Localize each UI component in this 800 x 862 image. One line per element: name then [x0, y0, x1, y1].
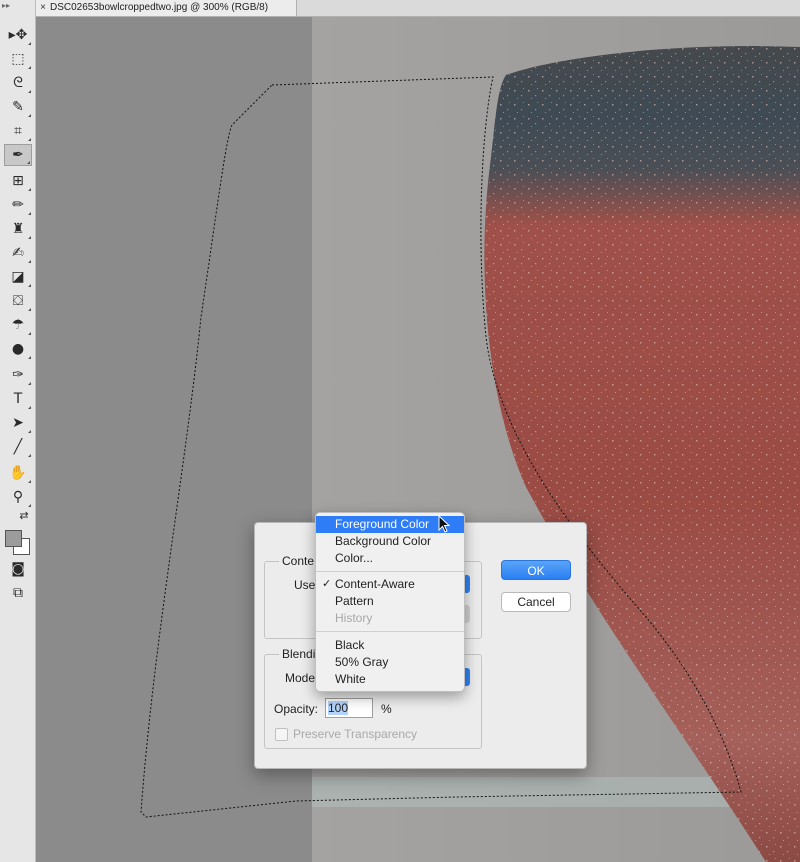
menu-item-history: History [316, 610, 464, 627]
tool-flyout-indicator [28, 212, 31, 215]
swap-colors-icon[interactable]: ⇄ [16, 508, 32, 522]
tool-flyout-indicator [28, 114, 31, 117]
ok-button[interactable]: OK [501, 560, 571, 580]
quick-selection-tool-icon[interactable]: ✎ [4, 96, 32, 118]
menu-item-label: Foreground Color [335, 517, 430, 531]
clone-stamp-tool-icon[interactable]: ♜ [4, 218, 32, 240]
tool-flyout-indicator [28, 454, 31, 457]
document-tab-bar: × DSC02653bowlcroppedtwo.jpg @ 300% (RGB/… [36, 0, 800, 17]
mouse-cursor-icon [438, 515, 451, 533]
color-swatches[interactable] [3, 530, 31, 555]
quick-mask-icon[interactable]: ◙ [4, 558, 32, 580]
menu-item-50-gray[interactable]: 50% Gray [316, 654, 464, 671]
screen-mode-icon[interactable]: ⧉ [4, 582, 32, 604]
opacity-value: 100 [328, 701, 349, 715]
menu-item-label: Pattern [335, 594, 374, 608]
dodge-tool-icon[interactable]: ● [4, 338, 32, 360]
lasso-tool-icon[interactable]: ᘓ [4, 72, 32, 94]
line-tool-icon[interactable]: ╱ [4, 436, 32, 458]
close-tab-icon[interactable]: × [36, 0, 50, 16]
move-tool-icon[interactable]: ▸✥ [4, 24, 32, 46]
tool-flyout-indicator [27, 161, 30, 164]
tool-flyout-indicator [28, 90, 31, 93]
tool-flyout-indicator [28, 480, 31, 483]
checkmark-icon: ✓ [322, 578, 332, 590]
tool-flyout-indicator [28, 42, 31, 45]
healing-brush-tool-icon[interactable]: ⊞ [4, 170, 32, 192]
menu-separator [316, 631, 464, 632]
preserve-transparency-row: Preserve Transparency [275, 727, 417, 741]
tool-flyout-indicator [28, 260, 31, 263]
zoom-tool-icon[interactable]: ⚲ [4, 486, 32, 508]
opacity-input[interactable]: 100 [325, 698, 373, 718]
tool-flyout-indicator [28, 138, 31, 141]
menu-item-label: History [335, 611, 373, 625]
history-brush-tool-icon[interactable]: ✍ [4, 242, 32, 264]
tool-flyout-indicator [28, 356, 31, 359]
menu-item-label: Background Color [335, 534, 432, 548]
menu-item-black[interactable]: Black [316, 637, 464, 654]
preserve-transparency-checkbox [275, 727, 288, 741]
paint-bucket-tool-icon[interactable]: ⛋ [4, 290, 32, 312]
menu-item-background-color[interactable]: Background Color [316, 533, 464, 550]
menu-item-white[interactable]: White [316, 671, 464, 688]
opacity-label: Opacity: [274, 702, 319, 716]
menu-item-pattern[interactable]: Pattern [316, 593, 464, 610]
contents-group-title: Conte [279, 554, 318, 568]
type-tool-icon[interactable]: T [4, 388, 32, 410]
menu-item-content-aware[interactable]: ✓ Content-Aware [316, 576, 464, 593]
hand-tool-icon[interactable]: ✋ [4, 462, 32, 484]
tool-flyout-indicator [28, 430, 31, 433]
pen-tool-icon[interactable]: ✑ [4, 364, 32, 386]
opacity-unit: % [381, 702, 392, 716]
preserve-transparency-label: Preserve Transparency [293, 727, 418, 741]
eraser-tool-icon[interactable]: ◪ [4, 266, 32, 288]
cancel-button[interactable]: Cancel [501, 592, 571, 612]
document-tab[interactable]: × DSC02653bowlcroppedtwo.jpg @ 300% (RGB/… [36, 0, 297, 16]
use-dropdown-menu: Foreground Color Background Color Color.… [315, 512, 465, 692]
menu-item-label: 50% Gray [335, 655, 389, 669]
tool-flyout-indicator [28, 382, 31, 385]
crop-tool-icon[interactable]: ⌗ [4, 120, 32, 142]
tool-flyout-indicator [28, 504, 31, 507]
foreground-color-swatch[interactable] [5, 530, 22, 547]
tools-panel: ▸▸ ▸✥ ⬚ ᘓ ✎ ⌗ ✒ ⊞ ✏ ♜ ✍ ◪ ⛋ ☂ ● ✑ T ➤ ╱ ✋ ⚲ ⇄ ◙ ⧉ [0, 0, 36, 862]
tool-flyout-indicator [28, 66, 31, 69]
menu-item-label: Color... [335, 551, 374, 565]
menu-item-color[interactable]: Color... [316, 550, 464, 567]
brush-tool-icon[interactable]: ✏ [4, 194, 32, 216]
mode-label: Mode [285, 671, 316, 685]
blending-group-title: Blendi [279, 647, 319, 661]
blur-tool-icon[interactable]: ☂ [4, 314, 32, 336]
tool-flyout-indicator [28, 406, 31, 409]
menu-separator [316, 571, 464, 572]
tool-flyout-indicator [28, 308, 31, 311]
tool-flyout-indicator [28, 236, 31, 239]
eyedropper-tool-icon[interactable]: ✒ [4, 144, 32, 166]
path-selection-tool-icon[interactable]: ➤ [4, 412, 32, 434]
use-label: Use [294, 578, 316, 592]
menu-item-label: White [335, 672, 366, 686]
panel-grip-icon[interactable]: ▸▸ [2, 2, 32, 10]
tool-flyout-indicator [28, 332, 31, 335]
marquee-tool-icon[interactable]: ⬚ [4, 48, 32, 70]
document-tab-title: DSC02653bowlcroppedtwo.jpg @ 300% (RGB/8… [50, 2, 269, 13]
tool-flyout-indicator [28, 284, 31, 287]
tool-flyout-indicator [28, 188, 31, 191]
menu-item-label: Black [335, 638, 365, 652]
menu-item-label: Content-Aware [335, 577, 415, 591]
